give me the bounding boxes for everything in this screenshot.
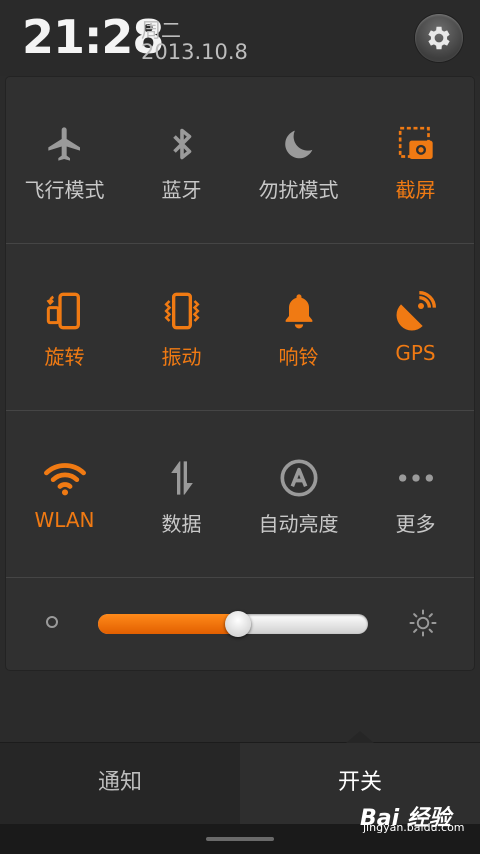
wifi-icon [43, 456, 87, 500]
rotate-icon [43, 289, 87, 333]
toggle-mobile-data[interactable]: 数据 [123, 411, 240, 577]
active-tab-pointer [346, 731, 374, 743]
quick-toggle-panel: 飞行模式 蓝牙 勿扰模式 截屏 旋转 振动 响铃 GPS WLAN 数据 自动亮… [6, 77, 474, 670]
settings-button[interactable] [415, 14, 463, 62]
toggle-rotate[interactable]: 旋转 [6, 244, 123, 410]
brightness-slider[interactable] [98, 611, 368, 637]
airplane-icon [43, 122, 87, 166]
toggle-label: 数据 [161, 512, 202, 536]
toggle-label: 振动 [161, 345, 202, 369]
gps-icon [394, 289, 438, 333]
toggle-label: WLAN [34, 508, 95, 532]
bluetooth-icon [160, 122, 204, 166]
brightness-slider-fill [98, 614, 239, 634]
toggle-label: 更多 [395, 512, 436, 536]
toggle-more[interactable]: 更多 [357, 411, 474, 577]
vibrate-icon [160, 289, 204, 333]
baidu-jingyan-watermark: Bai 经验 jingyan.baidu.com [360, 800, 480, 834]
toggle-vibrate[interactable]: 振动 [123, 244, 240, 410]
auto-brightness-icon [277, 456, 321, 500]
toggle-auto-brightness[interactable]: 自动亮度 [240, 411, 357, 577]
brightness-low-icon [46, 616, 58, 628]
toggle-ringer[interactable]: 响铃 [240, 244, 357, 410]
date-label: 2013.10.8 [141, 40, 248, 64]
toggle-airplane-mode[interactable]: 飞行模式 [6, 77, 123, 243]
toggle-screenshot[interactable]: 截屏 [357, 77, 474, 243]
toggle-label: 自动亮度 [258, 512, 339, 536]
toggle-label: 截屏 [395, 178, 436, 202]
brightness-control [6, 578, 474, 670]
toggle-bluetooth[interactable]: 蓝牙 [123, 77, 240, 243]
tab-notifications[interactable]: 通知 [0, 743, 240, 825]
toggle-label: 响铃 [278, 345, 319, 369]
toggle-do-not-disturb[interactable]: 勿扰模式 [240, 77, 357, 243]
gear-icon [428, 26, 450, 50]
weekday-label: 周二 [141, 18, 181, 42]
toggle-label: 旋转 [44, 345, 85, 369]
moon-icon [277, 122, 321, 166]
brightness-slider-thumb[interactable] [225, 611, 252, 637]
watermark-url: jingyan.baidu.com [363, 821, 465, 834]
toggle-label: 蓝牙 [161, 178, 202, 202]
toggle-label: GPS [395, 341, 436, 365]
toggle-row: 旋转 振动 响铃 GPS [6, 244, 474, 411]
toggle-row: 飞行模式 蓝牙 勿扰模式 截屏 [6, 77, 474, 244]
more-icon [394, 456, 438, 500]
toggle-label: 勿扰模式 [258, 178, 339, 202]
data-icon [160, 456, 204, 500]
bell-icon [277, 289, 321, 333]
toggle-wlan[interactable]: WLAN [6, 411, 123, 577]
toggle-label: 飞行模式 [24, 178, 105, 202]
toggle-row: WLAN 数据 自动亮度 更多 [6, 411, 474, 578]
status-header: 21:28 周二 2013.10.8 [0, 0, 480, 76]
toggle-gps[interactable]: GPS [357, 244, 474, 410]
drag-handle[interactable] [206, 837, 274, 841]
screenshot-icon [394, 122, 438, 166]
brightness-high-icon [409, 609, 437, 637]
